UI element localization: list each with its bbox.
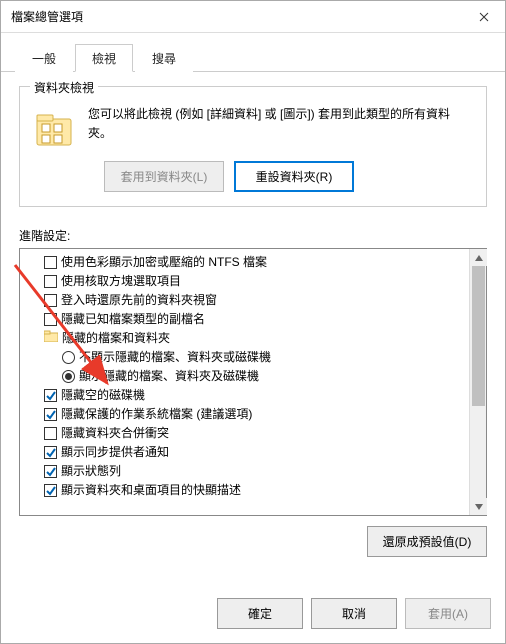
list-item-label: 顯示狀態列 bbox=[61, 463, 121, 480]
list-item[interactable]: 顯示同步提供者通知 bbox=[20, 443, 469, 462]
list-item: 隱藏的檔案和資料夾 bbox=[20, 329, 469, 348]
checkbox-icon[interactable] bbox=[44, 275, 57, 288]
list-item-label: 隱藏空的磁碟機 bbox=[61, 387, 145, 404]
chevron-down-icon bbox=[475, 504, 483, 510]
list-item-label: 使用色彩顯示加密或壓縮的 NTFS 檔案 bbox=[61, 254, 267, 271]
checkbox-icon[interactable] bbox=[44, 313, 57, 326]
list-item-label: 顯示同步提供者通知 bbox=[61, 444, 169, 461]
list-item[interactable]: 隱藏已知檔案類型的副檔名 bbox=[20, 310, 469, 329]
checkbox-icon[interactable] bbox=[44, 256, 57, 269]
list-item[interactable]: 登入時還原先前的資料夾視窗 bbox=[20, 291, 469, 310]
apply-to-folders-button: 套用到資料夾(L) bbox=[104, 161, 224, 192]
checkbox-icon[interactable] bbox=[44, 465, 57, 478]
radio-icon[interactable] bbox=[62, 370, 75, 383]
chevron-up-icon bbox=[475, 255, 483, 261]
cancel-button[interactable]: 取消 bbox=[311, 598, 397, 629]
folder-views-text: 您可以將此檢視 (例如 [詳細資料] 或 [圖示]) 套用到此類型的所有資料夾。 bbox=[88, 105, 472, 143]
advanced-settings-listbox: 使用色彩顯示加密或壓縮的 NTFS 檔案使用核取方塊選取項目登入時還原先前的資料… bbox=[19, 248, 487, 516]
scroll-up-button[interactable] bbox=[470, 249, 487, 266]
dialog-title: 檔案總管選項 bbox=[11, 8, 463, 25]
list-item-label: 隱藏的檔案和資料夾 bbox=[62, 330, 170, 347]
list-item-label: 登入時還原先前的資料夾視窗 bbox=[61, 292, 217, 309]
tab-content: 資料夾檢視 您可以將此檢視 (例如 [詳細資料] 或 [圖示]) 套用到此類型的… bbox=[1, 72, 505, 588]
list-item[interactable]: 隱藏資料夾合併衝突 bbox=[20, 424, 469, 443]
list-item[interactable]: 隱藏空的磁碟機 bbox=[20, 386, 469, 405]
list-item-label: 使用核取方塊選取項目 bbox=[61, 273, 181, 290]
tab-general[interactable]: 一般 bbox=[15, 44, 73, 72]
folder-options-dialog: 檔案總管選項 一般 檢視 搜尋 資料夾檢視 bbox=[0, 0, 506, 644]
checkbox-icon[interactable] bbox=[44, 294, 57, 307]
reset-folders-button[interactable]: 重設資料夾(R) bbox=[234, 161, 354, 192]
folder-icon bbox=[44, 330, 58, 347]
folder-views-group: 資料夾檢視 您可以將此檢視 (例如 [詳細資料] 或 [圖示]) 套用到此類型的… bbox=[19, 86, 487, 207]
checkbox-icon[interactable] bbox=[44, 427, 57, 440]
list-item[interactable]: 使用核取方塊選取項目 bbox=[20, 272, 469, 291]
scroll-thumb[interactable] bbox=[472, 266, 485, 406]
list-item-label: 隱藏保護的作業系統檔案 (建議選項) bbox=[61, 406, 252, 423]
close-icon bbox=[479, 12, 489, 22]
list-item[interactable]: 隱藏保護的作業系統檔案 (建議選項) bbox=[20, 405, 469, 424]
list-item-label: 顯示隱藏的檔案、資料夾及磁碟機 bbox=[79, 368, 259, 385]
ok-button[interactable]: 確定 bbox=[217, 598, 303, 629]
folder-views-label: 資料夾檢視 bbox=[30, 79, 98, 96]
checkbox-icon[interactable] bbox=[44, 446, 57, 459]
restore-defaults-button[interactable]: 還原成預設值(D) bbox=[367, 526, 487, 557]
checkbox-icon[interactable] bbox=[44, 408, 57, 421]
dialog-footer: 確定 取消 套用(A) bbox=[1, 588, 505, 643]
tab-view[interactable]: 檢視 bbox=[75, 44, 133, 72]
checkbox-icon[interactable] bbox=[44, 484, 57, 497]
list-item[interactable]: 使用色彩顯示加密或壓縮的 NTFS 檔案 bbox=[20, 253, 469, 272]
list-item[interactable]: 顯示狀態列 bbox=[20, 462, 469, 481]
folder-views-icon bbox=[34, 109, 74, 149]
list-item[interactable]: 顯示隱藏的檔案、資料夾及磁碟機 bbox=[20, 367, 469, 386]
checkbox-icon[interactable] bbox=[44, 389, 57, 402]
close-button[interactable] bbox=[463, 2, 505, 32]
advanced-settings-list[interactable]: 使用色彩顯示加密或壓縮的 NTFS 檔案使用核取方塊選取項目登入時還原先前的資料… bbox=[20, 249, 469, 515]
tab-search[interactable]: 搜尋 bbox=[135, 44, 193, 72]
list-item-label: 不顯示隱藏的檔案、資料夾或磁碟機 bbox=[79, 349, 271, 366]
list-item-label: 隱藏資料夾合併衝突 bbox=[61, 425, 169, 442]
apply-button: 套用(A) bbox=[405, 598, 491, 629]
list-item[interactable]: 不顯示隱藏的檔案、資料夾或磁碟機 bbox=[20, 348, 469, 367]
tab-strip: 一般 檢視 搜尋 bbox=[1, 33, 505, 72]
radio-icon[interactable] bbox=[62, 351, 75, 364]
list-item[interactable]: 顯示資料夾和桌面項目的快顯描述 bbox=[20, 481, 469, 500]
list-item-label: 隱藏已知檔案類型的副檔名 bbox=[61, 311, 205, 328]
list-item-label: 顯示資料夾和桌面項目的快顯描述 bbox=[61, 482, 241, 499]
scroll-down-button[interactable] bbox=[470, 498, 487, 515]
titlebar: 檔案總管選項 bbox=[1, 1, 505, 33]
advanced-settings-label: 進階設定: bbox=[19, 227, 487, 244]
scrollbar[interactable] bbox=[469, 249, 486, 515]
